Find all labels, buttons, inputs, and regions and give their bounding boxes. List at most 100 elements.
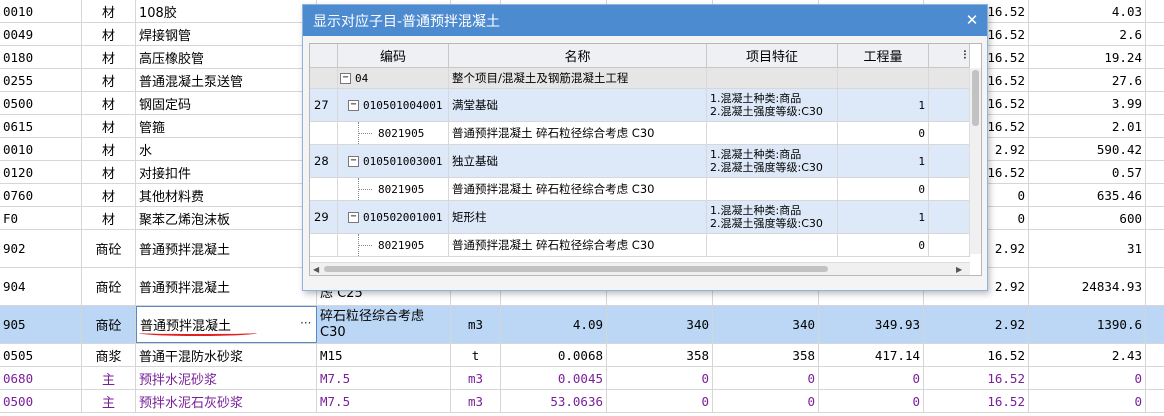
type-cell[interactable]: 商浆 (82, 344, 136, 366)
scroll-right-icon[interactable]: ▶ (956, 263, 962, 275)
name-cell[interactable]: 焊接钢管 (136, 23, 317, 45)
code-cell[interactable]: 905 (0, 306, 82, 343)
type-cell[interactable]: 主 (82, 390, 136, 412)
header-name[interactable]: 名称 (449, 44, 707, 68)
horizontal-scroll-thumb[interactable] (324, 266, 828, 272)
group-row[interactable]: −04 整个项目/混凝土及钢筋混凝土工程 (310, 68, 970, 89)
price2-cell[interactable]: 0 (713, 390, 819, 412)
type-cell[interactable]: 材 (82, 161, 136, 183)
spec-cell[interactable]: M7.5 (317, 367, 451, 389)
table-row[interactable]: 0505 商浆 普通干混防水砂浆 M15 t 0.0068 358 358 417.14 16.5… (0, 344, 1164, 367)
price3-cell[interactable]: 0 (819, 390, 924, 412)
name-cell[interactable]: 管箍 (136, 115, 317, 137)
rate-cell[interactable]: 16.52 (924, 367, 1029, 389)
amount-cell[interactable]: 3.99 (1029, 92, 1146, 114)
amount-cell[interactable]: 0 (1029, 390, 1146, 412)
code-cell[interactable]: 0505 (0, 344, 82, 366)
dialog-titlebar[interactable]: 显示对应子目-普通预拌混凝土 ✕ (303, 5, 987, 36)
spec-cell[interactable]: M7.5 (317, 390, 451, 412)
type-cell[interactable]: 材 (82, 115, 136, 137)
code-cell[interactable]: 904 (0, 268, 82, 305)
header-feature[interactable]: 项目特征 (707, 44, 838, 68)
code-cell[interactable]: 0180 (0, 46, 82, 68)
name-cell[interactable]: 普通干混防水砂浆 (136, 344, 317, 366)
type-cell[interactable]: 材 (82, 138, 136, 160)
price-cell[interactable]: 0 (607, 390, 713, 412)
type-cell[interactable]: 材 (82, 46, 136, 68)
header-quantity[interactable]: 工程量 (838, 44, 929, 68)
collapse-toggle-icon[interactable]: − (340, 72, 351, 84)
name-cell[interactable]: 钢固定码 (136, 92, 317, 114)
header-code[interactable]: 编码 (338, 44, 449, 68)
unit-cell[interactable]: t (451, 344, 501, 366)
amount-cell[interactable]: 2.6 (1029, 23, 1146, 45)
name-cell[interactable]: 高压橡胶管 (136, 46, 317, 68)
list-item[interactable]: 28−010501003001 独立基础 1.混凝土种类:商品 2.混凝土强度等级:C… (310, 145, 970, 178)
code-cell[interactable]: 0760 (0, 184, 82, 206)
amount-cell[interactable]: 2.01 (1029, 115, 1146, 137)
header-more-icon[interactable]: ⁝ (929, 44, 970, 68)
name-cell[interactable]: 普通预拌混凝土 (136, 268, 317, 305)
name-cell[interactable]: 对接扣件 (136, 161, 317, 183)
name-cell[interactable]: 聚苯乙烯泡沫板 (136, 207, 317, 229)
rate-cell[interactable]: 16.52 (924, 344, 1029, 366)
amount-cell[interactable]: 0.57 (1029, 161, 1146, 183)
name-cell[interactable]: 预拌水泥砂浆 (136, 367, 317, 389)
amount-cell[interactable]: 600 (1029, 207, 1146, 229)
name-cell[interactable]: 其他材料费 (136, 184, 317, 206)
vertical-scroll-thumb[interactable] (972, 70, 979, 126)
spec-cell[interactable]: M15 (317, 344, 451, 366)
sub-item-row[interactable]: 8021905 普通预拌混凝土 碎石粒径综合考虑 C30 0 (310, 122, 970, 145)
name-cell[interactable]: 普通混凝土泵送管 (136, 69, 317, 91)
close-icon[interactable]: ✕ (963, 11, 981, 29)
horizontal-scrollbar[interactable]: ◀ ▶ (310, 262, 970, 275)
code-cell[interactable]: 0500 (0, 390, 82, 412)
name-cell[interactable]: 预拌水泥石灰砂浆 (136, 390, 317, 412)
type-cell[interactable]: 材 (82, 69, 136, 91)
price3-cell[interactable]: 417.14 (819, 344, 924, 366)
code-cell[interactable]: 0500 (0, 92, 82, 114)
more-options-icon[interactable]: ··· (300, 316, 1160, 330)
quantity-cell[interactable]: 0.0045 (501, 367, 607, 389)
price-cell[interactable]: 358 (607, 344, 713, 366)
unit-cell[interactable]: m3 (451, 390, 501, 412)
list-item[interactable]: 29−010502001001 矩形柱 1.混凝土种类:商品 2.混凝土强度等级:C3… (310, 201, 970, 234)
amount-cell[interactable]: 31 (1029, 230, 1146, 267)
type-cell[interactable]: 商砼 (82, 306, 136, 343)
amount-cell[interactable]: 590.42 (1029, 138, 1146, 160)
code-cell[interactable]: 0120 (0, 161, 82, 183)
type-cell[interactable]: 主 (82, 367, 136, 389)
type-cell[interactable]: 材 (82, 207, 136, 229)
type-cell[interactable]: 商砼 (82, 268, 136, 305)
code-cell[interactable]: 0255 (0, 69, 82, 91)
collapse-toggle-icon[interactable]: − (348, 99, 359, 111)
code-cell[interactable]: 0615 (0, 115, 82, 137)
name-cell[interactable]: 108胶 (136, 0, 317, 22)
table-row[interactable]: 0500 主预拌水泥石灰砂浆 M7.5 m3 53.0636 0 0 0 16.52 0 (0, 390, 1164, 413)
price2-cell[interactable]: 358 (713, 344, 819, 366)
code-cell[interactable]: 0680 (0, 367, 82, 389)
vertical-scrollbar[interactable] (969, 68, 981, 254)
name-cell[interactable]: 普通预拌混凝土 (136, 306, 317, 343)
rate-cell[interactable]: 16.52 (924, 390, 1029, 412)
type-cell[interactable]: 材 (82, 0, 136, 22)
amount-cell[interactable]: 2.43 (1029, 344, 1146, 366)
sub-item-row[interactable]: 8021905 普通预拌混凝土 碎石粒径综合考虑 C30 0 (310, 178, 970, 201)
amount-cell[interactable]: 27.6 (1029, 69, 1146, 91)
amount-cell[interactable]: 4.03 (1029, 0, 1146, 22)
collapse-toggle-icon[interactable]: − (348, 211, 359, 223)
quantity-cell[interactable]: 0.0068 (501, 344, 607, 366)
amount-cell[interactable]: 24834.93 (1029, 268, 1146, 305)
code-cell[interactable]: 0049 (0, 23, 82, 45)
quantity-cell[interactable]: 53.0636 (501, 390, 607, 412)
table-row[interactable]: 905 商砼 普通预拌混凝土 碎石粒径综合考虑 C30 m3 4.09 340 340 349.… (0, 306, 1164, 344)
code-cell[interactable]: F0 (0, 207, 82, 229)
amount-cell[interactable]: 19.24 (1029, 46, 1146, 68)
type-cell[interactable]: 材 (82, 92, 136, 114)
type-cell[interactable]: 材 (82, 23, 136, 45)
price-cell[interactable]: 0 (607, 367, 713, 389)
amount-cell[interactable]: 0 (1029, 367, 1146, 389)
code-cell[interactable]: 0010 (0, 138, 82, 160)
type-cell[interactable]: 材 (82, 184, 136, 206)
code-cell[interactable]: 902 (0, 230, 82, 267)
